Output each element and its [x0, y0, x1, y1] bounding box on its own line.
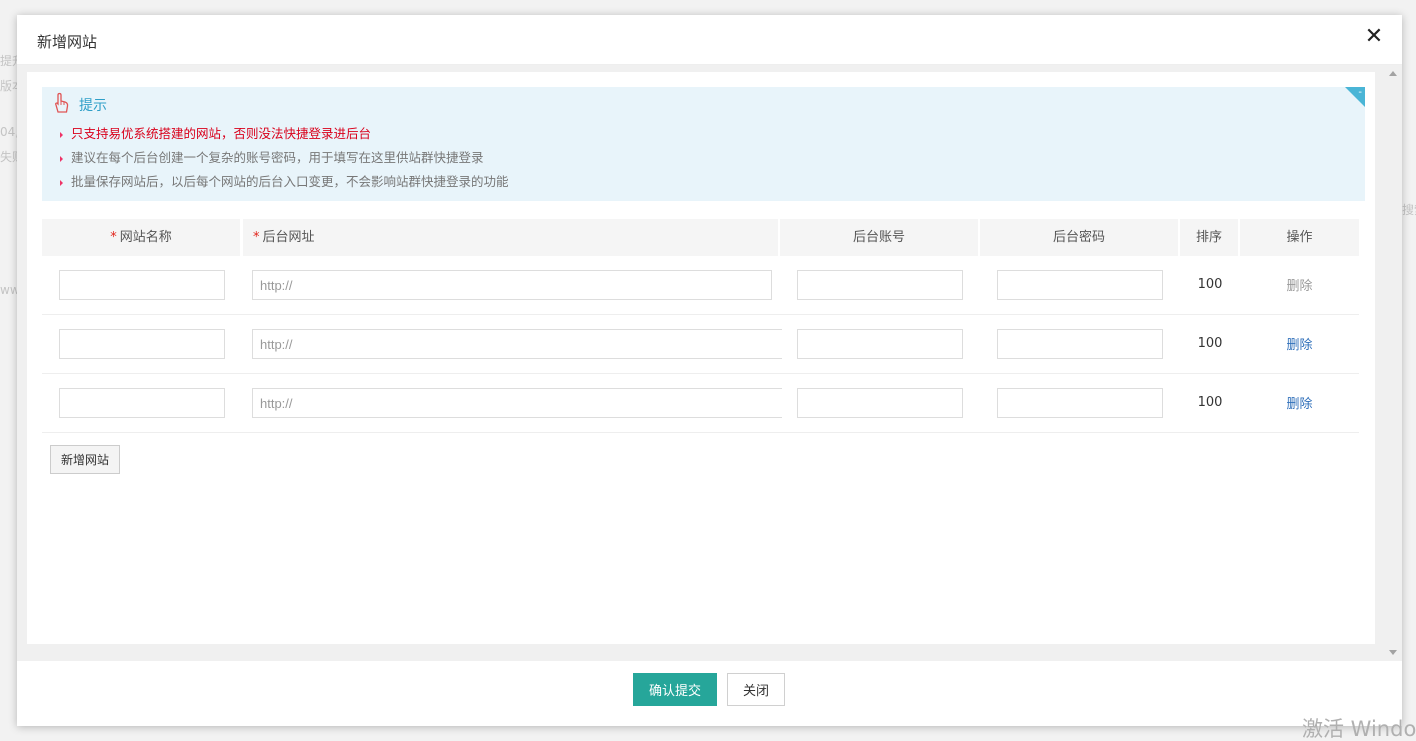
- sort-value[interactable]: 100: [1180, 270, 1240, 300]
- site-name-input[interactable]: [59, 270, 225, 300]
- dialog-header: 新增网站 ✕: [17, 15, 1402, 65]
- dialog-body: - 提示 只支持易优系统搭建的网站，否则没法快捷登录进后台 建议在每个后台创建一…: [17, 65, 1402, 661]
- scroll-up-icon[interactable]: [1389, 71, 1397, 76]
- delete-link[interactable]: 删除: [1240, 390, 1359, 420]
- table-row: 100 删除: [42, 315, 1359, 374]
- minus-icon[interactable]: -: [1358, 88, 1362, 98]
- tip-list: 只支持易优系统搭建的网站，否则没法快捷登录进后台 建议在每个后台创建一个复杂的账…: [60, 125, 509, 197]
- column-header-account: 后台账号: [780, 219, 978, 256]
- column-header-name: * 网站名称: [42, 219, 240, 256]
- site-name-input[interactable]: [59, 329, 225, 359]
- windows-activation-watermark: 激活 Windows: [1302, 717, 1416, 741]
- admin-url-input[interactable]: [252, 270, 772, 300]
- tip-item: 批量保存网站后，以后每个网站的后台入口变更，不会影响站群快捷登录的功能: [60, 173, 509, 197]
- tip-item: 只支持易优系统搭建的网站，否则没法快捷登录进后台: [60, 125, 509, 149]
- column-header-password: 后台密码: [980, 219, 1178, 256]
- column-header-url: * 后台网址: [243, 219, 778, 256]
- admin-account-input[interactable]: [797, 388, 963, 418]
- close-icon[interactable]: ✕: [1364, 26, 1384, 48]
- scroll-down-icon[interactable]: [1389, 650, 1397, 655]
- admin-url-input[interactable]: [252, 388, 782, 418]
- admin-url-input[interactable]: [252, 329, 782, 359]
- close-button[interactable]: 关闭: [727, 673, 785, 706]
- column-header-label: 网站名称: [119, 230, 172, 245]
- form-content: - 提示 只支持易优系统搭建的网站，否则没法快捷登录进后台 建议在每个后台创建一…: [27, 72, 1375, 644]
- column-header-action: 操作: [1240, 219, 1359, 256]
- collapse-corner-toggle[interactable]: [1345, 87, 1365, 107]
- admin-account-input[interactable]: [797, 329, 963, 359]
- add-website-dialog: 新增网站 ✕ - 提示 只支持易优系统搭建的网站，否则没法快捷登录进后台 建议在…: [17, 15, 1402, 726]
- admin-password-input[interactable]: [997, 329, 1163, 359]
- column-header-label: 后台网址: [262, 230, 315, 245]
- dialog-title: 新增网站: [37, 33, 98, 51]
- background-text: 搜索: [1402, 203, 1416, 217]
- table-row: 100 删除: [42, 256, 1359, 315]
- add-website-button[interactable]: 新增网站: [50, 445, 121, 474]
- admin-password-input[interactable]: [997, 388, 1163, 418]
- admin-account-input[interactable]: [797, 270, 963, 300]
- required-mark: *: [253, 230, 260, 245]
- tip-item: 建议在每个后台创建一个复杂的账号密码，用于填写在这里供站群快捷登录: [60, 149, 509, 173]
- column-header-sort: 排序: [1180, 219, 1238, 256]
- delete-link[interactable]: 删除: [1240, 331, 1359, 361]
- sort-value[interactable]: 100: [1180, 388, 1240, 418]
- dialog-footer: 确认提交 关闭: [17, 661, 1402, 726]
- sort-value[interactable]: 100: [1180, 329, 1240, 359]
- scrollbar[interactable]: [1385, 65, 1402, 661]
- tip-box: - 提示 只支持易优系统搭建的网站，否则没法快捷登录进后台 建议在每个后台创建一…: [42, 87, 1365, 201]
- table-header: * 网站名称 * 后台网址 后台账号 后台密码 排序 操作: [42, 219, 1359, 256]
- admin-password-input[interactable]: [997, 270, 1163, 300]
- pointing-hand-icon: [55, 92, 69, 113]
- submit-button[interactable]: 确认提交: [633, 673, 717, 706]
- tip-title: 提示: [79, 98, 107, 114]
- required-mark: *: [110, 230, 117, 245]
- table-row: 100 删除: [42, 374, 1359, 433]
- site-name-input[interactable]: [59, 388, 225, 418]
- delete-link[interactable]: 删除: [1240, 272, 1359, 302]
